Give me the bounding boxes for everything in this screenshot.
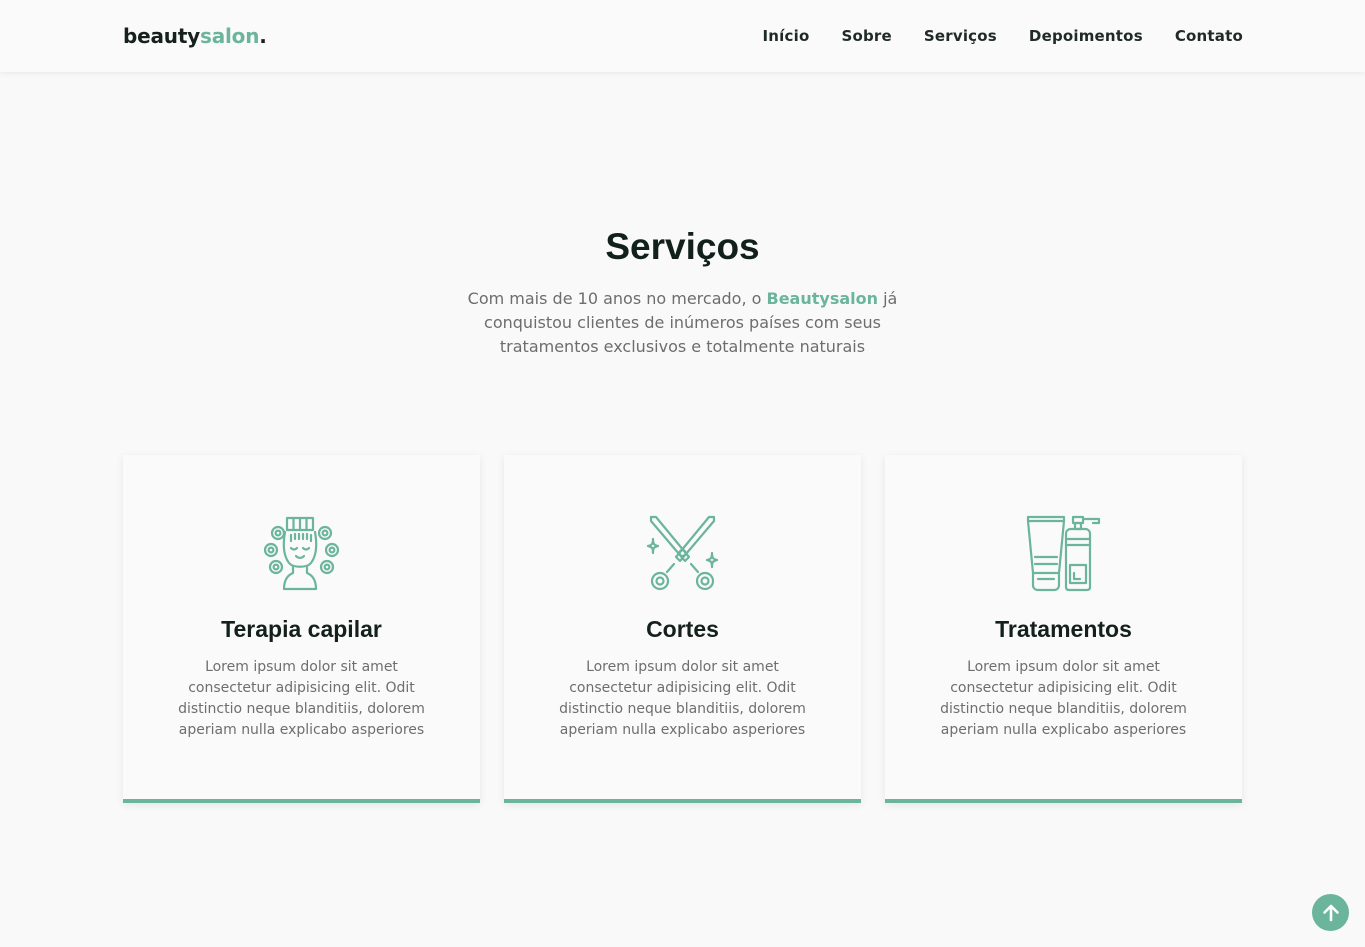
scissors-icon xyxy=(646,515,719,591)
nav-link-sobre[interactable]: Sobre xyxy=(841,27,891,45)
nav-link-contato[interactable]: Contato xyxy=(1175,27,1243,45)
subtitle-line-1: Com mais de 10 anos no mercado, o Beauty… xyxy=(0,287,1365,311)
section-title: Serviços xyxy=(605,226,760,267)
description-line-2: consectetur adipisicing elit. Odit xyxy=(188,680,415,696)
service-card-terapia-capilar: Terapia capilar Lorem ipsum dolor sit am… xyxy=(123,455,480,803)
logo-accent: salon xyxy=(200,24,260,48)
subtitle-line-2: conquistou clientes de inúmeros países c… xyxy=(484,313,881,332)
description-line-1: Lorem ipsum dolor sit amet xyxy=(205,659,398,675)
arrow-up-icon xyxy=(1322,904,1339,921)
service-card-description: Lorem ipsum dolor sit amet consectetur a… xyxy=(163,657,440,741)
nav-link-depoimentos[interactable]: Depoimentos xyxy=(1029,27,1143,45)
logo-main: beauty xyxy=(123,24,201,48)
site-header: beautysalon. Início Sobre Serviços Depoi… xyxy=(0,0,1365,72)
nav-link-servicos[interactable]: Serviços xyxy=(924,27,997,45)
service-card-title: Terapia capilar xyxy=(221,616,382,642)
description-line-4: aperiam nulla explicabo asperiores xyxy=(178,722,425,738)
description-line-4: aperiam nulla explicabo asperiores xyxy=(559,722,806,738)
back-to-top-button[interactable] xyxy=(1312,894,1349,931)
service-card-title: Cortes xyxy=(646,616,719,642)
main-nav: Início Sobre Serviços Depoimentos Contat… xyxy=(763,27,1243,45)
subtitle-line-1-after: já xyxy=(878,289,898,308)
description-line-3: distinctio neque blanditiis, dolorem xyxy=(940,701,1187,717)
nav-link-inicio[interactable]: Início xyxy=(763,27,810,45)
description-line-1: Lorem ipsum dolor sit amet xyxy=(586,659,779,675)
section-subtitle: Com mais de 10 anos no mercado, o Beauty… xyxy=(0,287,1365,359)
hair-curlers-icon xyxy=(263,516,340,591)
service-card-description: Lorem ipsum dolor sit amet consectetur a… xyxy=(925,657,1202,741)
logo[interactable]: beautysalon. xyxy=(123,24,267,48)
service-card-tratamentos: Tratamentos Lorem ipsum dolor sit amet c… xyxy=(885,455,1242,803)
description-line-2: consectetur adipisicing elit. Odit xyxy=(950,680,1177,696)
service-cards: Terapia capilar Lorem ipsum dolor sit am… xyxy=(123,455,1243,803)
description-line-3: distinctio neque blanditiis, dolorem xyxy=(178,701,425,717)
service-card-description: Lorem ipsum dolor sit amet consectetur a… xyxy=(544,657,821,741)
description-line-2: consectetur adipisicing elit. Odit xyxy=(569,680,796,696)
subtitle-line-3: tratamentos exclusivos e totalmente natu… xyxy=(499,337,866,356)
cosmetics-bottles-icon xyxy=(1026,515,1101,592)
description-line-3: distinctio neque blanditiis, dolorem xyxy=(559,701,806,717)
description-line-1: Lorem ipsum dolor sit amet xyxy=(967,659,1160,675)
logo-dot: . xyxy=(259,24,267,48)
description-line-4: aperiam nulla explicabo asperiores xyxy=(940,722,1187,738)
service-card-title: Tratamentos xyxy=(995,616,1132,642)
service-card-cortes: Cortes Lorem ipsum dolor sit amet consec… xyxy=(504,455,861,803)
subtitle-brand: Beautysalon xyxy=(766,289,879,308)
subtitle-line-1-before: Com mais de 10 anos no mercado, o xyxy=(467,289,767,308)
